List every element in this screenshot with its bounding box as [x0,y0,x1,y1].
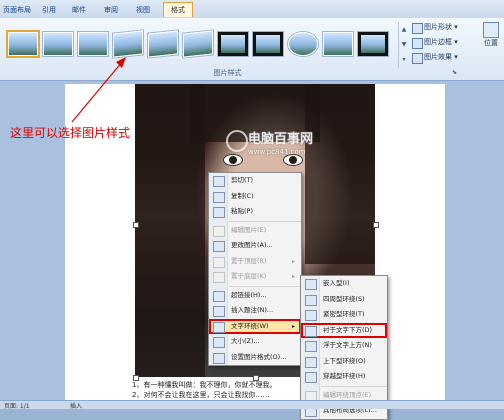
menu-separator [321,385,387,387]
size-icon [213,337,225,348]
menu-item-label: 文字环绕(W) [231,321,269,330]
wrap-option-icon [305,279,317,290]
submenu-arrow-icon: ▸ [291,273,295,280]
menu-item[interactable]: 超链接(H)... [209,288,301,304]
menu-item-label: 超链接(H)... [231,290,267,299]
menu-item[interactable]: 穿越型环绕(H) [301,369,387,385]
text-wrap-icon [213,321,225,333]
menu-item-label: 衬于文字下方(D) [323,325,373,334]
wrap-option-icon [305,356,317,368]
paste-icon [213,207,225,218]
format-picture-icon [213,352,225,364]
change-picture-icon [213,241,225,252]
menu-item-label: 置于底层(K) [231,272,267,280]
menu-item: 编辑图片(E) [209,223,301,239]
menu-item-label: 上下型环绕(O) [323,356,366,365]
menu-item-label: 剪切(T) [231,176,254,184]
menu-item-label: 粘贴(P) [231,207,253,215]
wrap-option-icon [305,310,317,321]
menu-item-label: 设置图片格式(O)... [231,352,287,361]
menu-item-label: 浮于文字上方(N) [323,341,372,349]
menu-item-label: 编辑图片(E) [231,225,267,234]
menu-separator [229,285,301,287]
menu-item-label: 复制(C) [231,191,254,200]
menu-item[interactable]: 粘贴(P) [209,204,301,220]
menu-item[interactable]: 紧密型环绕(T) [301,307,387,323]
copy-icon [213,191,225,203]
menu-item[interactable]: 四周型环绕(S) [301,292,387,308]
menu-item[interactable]: 文字环绕(W) ▸ [209,318,301,334]
menu-item[interactable]: 嵌入型(I) [301,276,387,292]
menu-item-label: 穿越型环绕(H) [323,372,366,380]
menu-item-label: 大小(Z)... [231,337,260,345]
bring-front-icon [213,256,225,268]
menu-item[interactable]: 大小(Z)... [209,334,301,350]
menu-item-label: 编辑环绕顶点(E) [323,390,372,399]
context-menu: 剪切(T) 复制(C) 粘贴(P) 编辑图片(E) 更改图片(A)... 置于顶层(R) ▸… [208,172,302,366]
send-back-icon [213,272,225,283]
text-wrap-submenu: 嵌入型(I) 四周型环绕(S) 紧密型环绕(T) 衬于文字下方(D) 浮于文字上方(N)… [300,275,388,420]
caption-icon [213,306,225,317]
hyperlink-icon [213,290,225,302]
menu-item[interactable]: 衬于文字下方(D) [301,322,387,338]
wrap-option-icon [305,372,317,383]
menu-item[interactable]: 更改图片(A)... [209,238,301,254]
menu-item-label: 紧密型环绕(T) [323,310,365,318]
annotation-text: 这里可以选择图片样式 [10,126,131,140]
menu-item-label: 置于顶层(R) [231,256,267,265]
menu-item: 置于底层(K) ▸ [209,269,301,285]
menu-item[interactable]: 剪切(T) [209,173,301,189]
menu-item: 置于顶层(R) ▸ [209,254,301,270]
menu-item-label: 四周型环绕(S) [323,294,365,303]
scissors-icon [213,176,225,187]
menu-item-label: 插入题注(N)... [231,306,274,314]
status-mode: 插入 [70,403,83,410]
menu-separator [229,220,301,222]
wrap-option-icon [213,225,225,237]
menu-item[interactable]: 复制(C) [209,189,301,205]
wrap-option-icon [305,341,317,352]
menu-item[interactable]: 设置图片格式(O)... [209,350,301,366]
menu-item[interactable]: 上下型环绕(O) [301,354,387,370]
menu-item-label: 更改图片(A)... [231,241,273,249]
wrap-option-icon [305,325,317,337]
wrap-option-icon [305,294,317,306]
menu-item-label: 嵌入型(I) [323,279,350,287]
submenu-arrow-icon: ▸ [291,257,295,265]
status-page: 页面: 1/1 [4,403,30,410]
menu-item[interactable]: 插入题注(N)... [209,303,301,319]
submenu-arrow-icon: ▸ [291,322,295,330]
menu-item[interactable]: 浮于文字上方(N) [301,338,387,354]
